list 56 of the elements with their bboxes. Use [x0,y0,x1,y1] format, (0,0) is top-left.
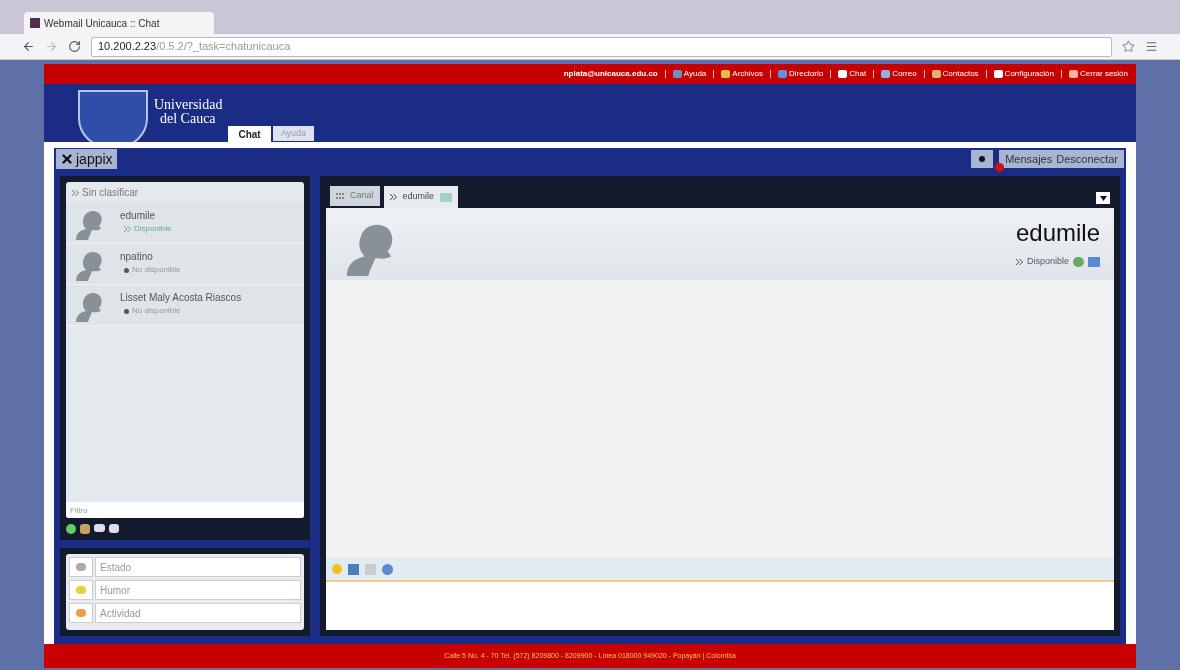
top-link[interactable]: Cerrar sesión [1069,68,1128,80]
conversation-tab[interactable]: edumile [383,186,459,208]
options-button[interactable] [971,150,994,168]
top-link[interactable]: Archivos [721,68,763,80]
chevron-icon [72,189,79,196]
jappix-wordmark: jappix [76,149,113,169]
messages-link[interactable]: Mensajes [1005,150,1053,168]
status-icon[interactable] [69,557,93,577]
contact-item[interactable]: npatino No disponible [66,244,304,285]
contact-status: Disponible [134,223,172,235]
presence-status: Disponible [1026,255,1069,269]
logo-text: del Cauca [159,112,217,126]
contact-status: No disponible [132,264,181,276]
favicon-icon [30,18,40,28]
contact-name: npatino [120,250,154,264]
contact-item[interactable]: edumile Disponible [66,203,304,244]
caret-icon [1099,195,1107,201]
top-link[interactable]: Correo [881,68,917,80]
top-link[interactable]: Configuración [993,68,1054,80]
logo-text: Universidad [154,98,223,112]
top-link[interactable]: Contactos [931,68,979,80]
chevron-icon [389,194,397,200]
disconnect-link[interactable]: Desconectar [1056,150,1118,168]
reload-icon[interactable] [68,40,81,53]
group-icon [336,193,344,199]
globe-icon [1073,257,1084,267]
menu-icon[interactable] [1145,40,1158,53]
top-link[interactable]: Chat [838,68,867,80]
presence-field[interactable]: Estado [95,557,301,577]
contact-item[interactable]: Lisset Maly Acosta Riascos No disponible [66,285,304,326]
activity-icon[interactable] [69,603,93,623]
contact-title: edumile [1015,218,1100,249]
contact-name: edumile [120,209,157,223]
contact-name: Lisset Maly Acosta Riascos [120,291,242,305]
conversation-tab[interactable]: Canal [330,186,380,206]
jappix-x-icon [60,152,74,166]
top-link[interactable]: Directorio [778,68,824,80]
group-header[interactable]: Sin clasificar [82,185,139,200]
chevron-icon [124,226,131,232]
tab-title: Webmail Unicauca :: Chat [44,16,160,31]
browser-tab[interactable]: Webmail Unicauca :: Chat [24,12,214,34]
presence-field[interactable]: Humor [95,580,301,600]
dropdown-button[interactable] [1096,192,1110,204]
back-icon[interactable] [22,40,35,53]
top-link[interactable]: Ayuda [672,68,707,80]
address-bar[interactable]: 10.200.2.23/0.5.2/?_task=chatunicauca [91,36,1112,57]
presence-field[interactable]: Actividad [95,603,301,623]
message-input[interactable] [326,580,1114,630]
header-tab[interactable]: Chat [228,126,271,142]
add-icon[interactable] [66,524,76,534]
contact-status: No disponible [132,305,181,317]
alert-badge-icon [995,163,1005,172]
star-icon[interactable] [1122,40,1135,53]
chevron-icon [1015,259,1023,265]
user-email: nplata@unicauca.edu.co [563,68,658,80]
filter-field[interactable]: Filtro [66,502,304,518]
